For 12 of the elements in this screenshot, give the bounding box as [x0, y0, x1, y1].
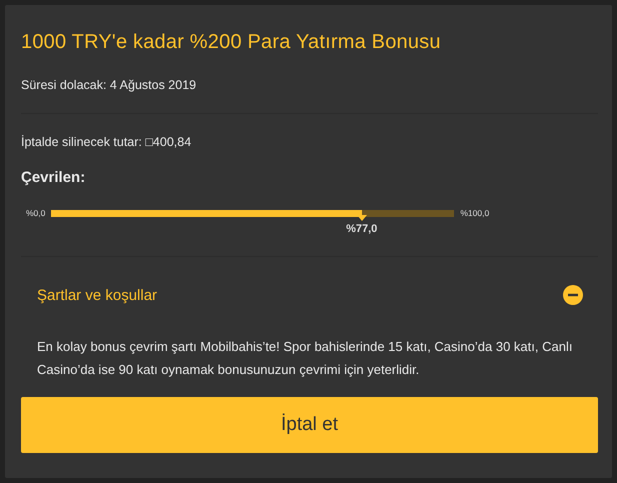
collapse-icon[interactable] — [563, 285, 583, 305]
terms-title: Şartlar ve koşullar — [37, 286, 158, 304]
progress-reading: %77,0 — [346, 222, 378, 234]
cancel-amount-text: İptalde silinecek tutar: □400,84 — [21, 135, 192, 149]
progress-heading: Çevrilen: — [21, 169, 86, 186]
progress-marker-icon — [356, 214, 367, 220]
cancel-button[interactable]: İptal et — [21, 397, 598, 453]
progress-max-label: %100,0 — [460, 208, 490, 218]
bonus-title: 1000 TRY'e kadar %200 Para Yatırma Bonusu — [21, 31, 442, 54]
terms-text: En kolay bonus çevrim şartı Mobilbahis’te! Spor bahislerinde 15 katı, Casino’da 30 katı, Canlı Casino’da ise 90 katı oynamak bonusunuzun çevrimi için yeterlidir. — [36, 338, 574, 379]
expiry-text: Süresi dolacak: 4 Ağustos 2019 — [21, 78, 198, 92]
progress-min-label: %0,0 — [26, 208, 46, 218]
